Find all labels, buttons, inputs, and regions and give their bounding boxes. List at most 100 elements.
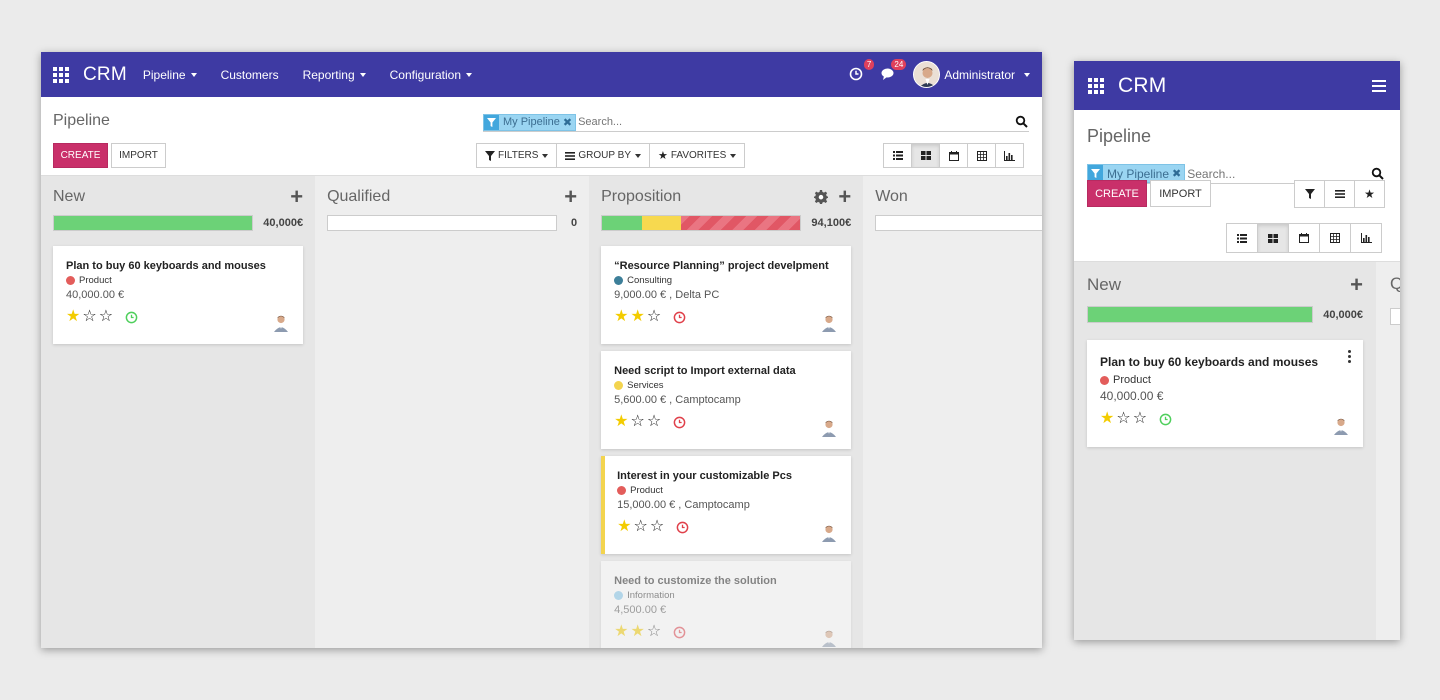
column-progress-bar[interactable]: [327, 215, 558, 231]
quick-create-plus-icon[interactable]: +: [838, 185, 851, 208]
filters-button[interactable]: [1294, 180, 1325, 208]
priority-star-icon[interactable]: ★: [614, 414, 628, 430]
priority-star-icon[interactable]: ★: [617, 519, 631, 535]
priority-star-icon[interactable]: ☆: [650, 519, 664, 535]
priority-star-icon[interactable]: ☆: [1116, 411, 1130, 427]
view-switcher: [883, 143, 1024, 168]
quick-create-plus-icon[interactable]: +: [1350, 274, 1363, 296]
list-view-button[interactable]: [883, 143, 912, 168]
progress-segment-green[interactable]: [54, 216, 253, 230]
search-icon[interactable]: [1371, 167, 1385, 181]
graph-view-button[interactable]: [995, 143, 1024, 168]
priority-star-icon[interactable]: ☆: [647, 624, 661, 640]
column-progress-bar[interactable]: [1087, 306, 1313, 323]
column-title: Won: [875, 187, 908, 205]
calendar-view-button[interactable]: [939, 143, 968, 168]
priority-star-icon[interactable]: ★: [630, 309, 644, 325]
column-progress-bar[interactable]: [601, 215, 802, 231]
lead-card[interactable]: Interest in your customizable Pcs Product…: [601, 456, 852, 554]
priority-star-icon[interactable]: ☆: [630, 414, 644, 430]
column-sum: 94,100€: [811, 217, 852, 229]
view-switcher: [1226, 223, 1382, 253]
gear-icon[interactable]: [814, 189, 829, 204]
priority-star-icon[interactable]: ★: [614, 309, 628, 325]
column-progress-bar[interactable]: [875, 215, 1042, 231]
app-brand[interactable]: CRM: [83, 64, 127, 86]
favorites-button[interactable]: ★ FAVORITES: [649, 143, 746, 168]
graph-view-button[interactable]: [1350, 223, 1382, 253]
list-view-button[interactable]: [1226, 223, 1258, 253]
priority-star-icon[interactable]: ☆: [82, 309, 96, 325]
quick-create-plus-icon[interactable]: +: [564, 185, 577, 208]
create-button[interactable]: CREATE: [1087, 180, 1147, 207]
progress-segment-green[interactable]: [602, 216, 642, 230]
pivot-view-button[interactable]: [1319, 223, 1351, 253]
remove-facet-icon[interactable]: ✖: [563, 116, 575, 129]
priority-star-icon[interactable]: ☆: [633, 519, 647, 535]
filters-button[interactable]: FILTERS: [476, 143, 558, 168]
import-button[interactable]: IMPORT: [111, 143, 166, 168]
progress-segment-yellow[interactable]: [641, 216, 682, 230]
search-options: ★: [1294, 180, 1385, 208]
kanban-view-button[interactable]: [1257, 223, 1289, 253]
activity-clock-icon[interactable]: [125, 311, 138, 324]
lead-card[interactable]: Plan to buy 60 keyboards and mouses Produ…: [1087, 340, 1363, 447]
activity-clock-icon[interactable]: [673, 311, 686, 324]
card-tag: Consulting: [614, 275, 838, 286]
table-icon: [976, 150, 987, 161]
hamburger-menu-icon[interactable]: [1372, 79, 1386, 92]
priority-star-icon[interactable]: ☆: [99, 309, 113, 325]
menu-customers[interactable]: Customers: [221, 68, 279, 82]
remove-facet-icon[interactable]: ✖: [1172, 167, 1184, 180]
column-progress-bar[interactable]: [53, 215, 254, 231]
lead-card[interactable]: Need to customize the solution Informatio…: [601, 561, 852, 648]
lead-card[interactable]: Plan to buy 60 keyboards and mouses Produ…: [53, 246, 304, 344]
priority-star-icon[interactable]: ★: [66, 309, 80, 325]
apps-grid-icon[interactable]: [53, 66, 69, 83]
priority-star-icon[interactable]: ☆: [1133, 411, 1147, 427]
quick-create-plus-icon[interactable]: +: [290, 185, 303, 208]
create-button[interactable]: CREATE: [53, 143, 108, 168]
progress-segment-red[interactable]: [681, 216, 801, 230]
progress-segment-green[interactable]: [1088, 307, 1312, 322]
activity-clock-icon[interactable]: [1159, 413, 1172, 426]
messages-button[interactable]: 24: [881, 58, 907, 83]
favorites-button[interactable]: ★: [1354, 180, 1385, 208]
group-by-button[interactable]: [1324, 180, 1355, 208]
kanban-column: Proposition + 94,100€ “Resource Planning…: [589, 176, 863, 648]
import-button[interactable]: IMPORT: [1150, 180, 1211, 207]
activity-clock-icon[interactable]: [676, 521, 689, 534]
menu-pipeline[interactable]: Pipeline: [143, 68, 197, 82]
search-input[interactable]: [1185, 166, 1371, 181]
card-menu-icon[interactable]: [1348, 350, 1351, 363]
lead-card[interactable]: “Resource Planning” project develpment Co…: [601, 246, 852, 344]
priority-star-icon[interactable]: ☆: [647, 414, 661, 430]
calendar-view-button[interactable]: [1288, 223, 1320, 253]
activities-button[interactable]: 7: [849, 58, 875, 83]
app-brand[interactable]: CRM: [1118, 74, 1166, 98]
list-icon: [1334, 190, 1345, 198]
search-facet[interactable]: My Pipeline ✖: [483, 113, 577, 131]
search-icon[interactable]: [1015, 115, 1029, 129]
star-icon: ★: [658, 150, 668, 162]
messages-badge: 24: [891, 58, 907, 70]
menu-reporting[interactable]: Reporting: [303, 68, 366, 82]
user-menu[interactable]: Administrator: [913, 61, 1030, 88]
kanban-view-button[interactable]: [911, 143, 940, 168]
group-by-button[interactable]: GROUP BY: [556, 143, 650, 168]
activity-clock-icon[interactable]: [673, 626, 686, 639]
next-column-peek: Q: [1376, 262, 1400, 640]
priority-star-icon[interactable]: ☆: [647, 309, 661, 325]
priority-star-icon[interactable]: ★: [630, 624, 644, 640]
apps-grid-icon[interactable]: [1088, 77, 1104, 94]
search-input[interactable]: [576, 116, 1015, 128]
priority-star-icon[interactable]: ★: [614, 624, 628, 640]
facet-label: My Pipeline: [1107, 166, 1170, 181]
lead-card[interactable]: Need script to Import external data Servi…: [601, 351, 852, 449]
filter-icon: [484, 114, 499, 130]
pivot-view-button[interactable]: [967, 143, 996, 168]
menu-configuration[interactable]: Configuration: [390, 68, 473, 82]
priority-star-icon[interactable]: ★: [1100, 411, 1114, 427]
activity-clock-icon[interactable]: [673, 416, 686, 429]
column-title: New: [53, 187, 86, 205]
